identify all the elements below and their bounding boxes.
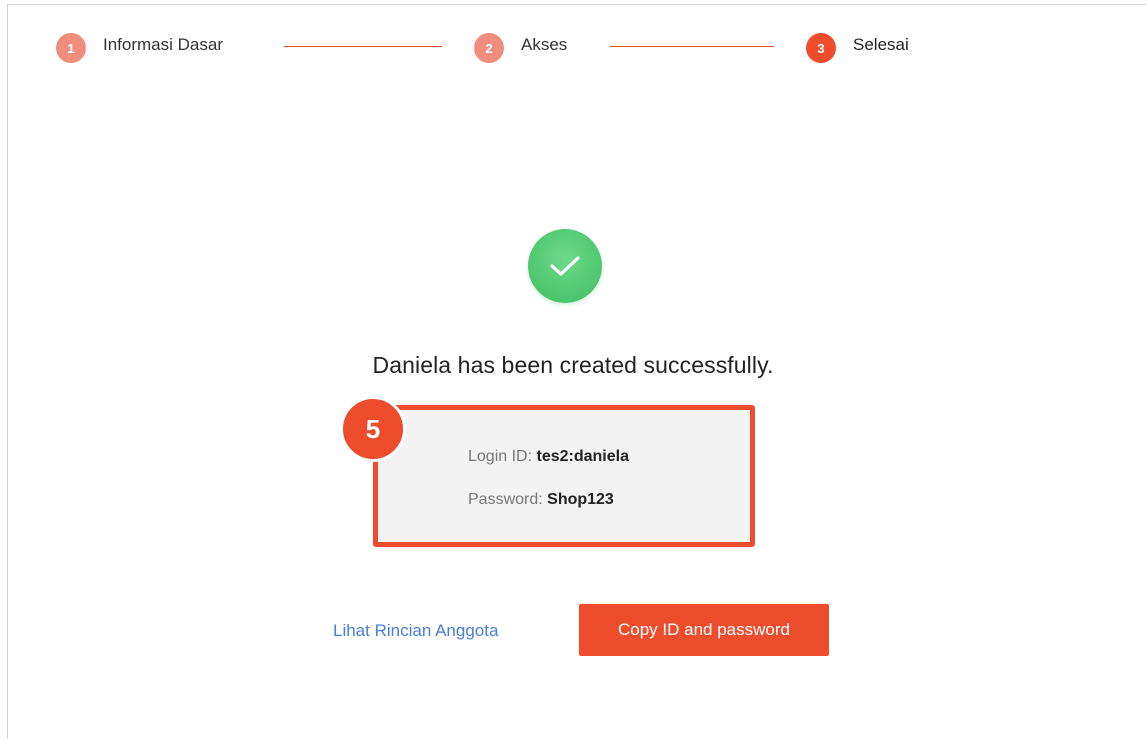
step-selesai: 3 Selesai [806, 33, 909, 63]
success-check-icon [528, 229, 602, 303]
view-member-details-link[interactable]: Lihat Rincian Anggota [333, 621, 498, 641]
login-id-label: Login ID: [468, 448, 537, 465]
copy-id-password-button[interactable]: Copy ID and password [579, 604, 829, 656]
step-akses: 2 Akses [474, 33, 567, 63]
login-id-value: tes2:daniela [536, 448, 629, 465]
step-number: 1 [56, 33, 86, 63]
step-label: Selesai [853, 35, 909, 54]
step-badge: 5 [340, 396, 406, 462]
credentials-box: Login ID: tes2:daniela Password: Shop123 [373, 405, 755, 547]
password-row: Password: Shop123 [468, 491, 614, 509]
login-id-row: Login ID: tes2:daniela [468, 448, 629, 466]
step-informasi-dasar: 1 Informasi Dasar [56, 33, 223, 63]
step-connector [284, 46, 442, 47]
step-label: Informasi Dasar [103, 35, 223, 54]
step-number: 2 [474, 33, 504, 63]
password-label: Password: [468, 491, 548, 508]
check-icon [550, 256, 580, 276]
password-value: Shop123 [547, 491, 614, 508]
step-connector [610, 46, 774, 47]
step-number: 3 [806, 33, 836, 63]
step-label: Akses [521, 35, 568, 54]
success-message: Daniela has been created successfully. [372, 352, 774, 378]
